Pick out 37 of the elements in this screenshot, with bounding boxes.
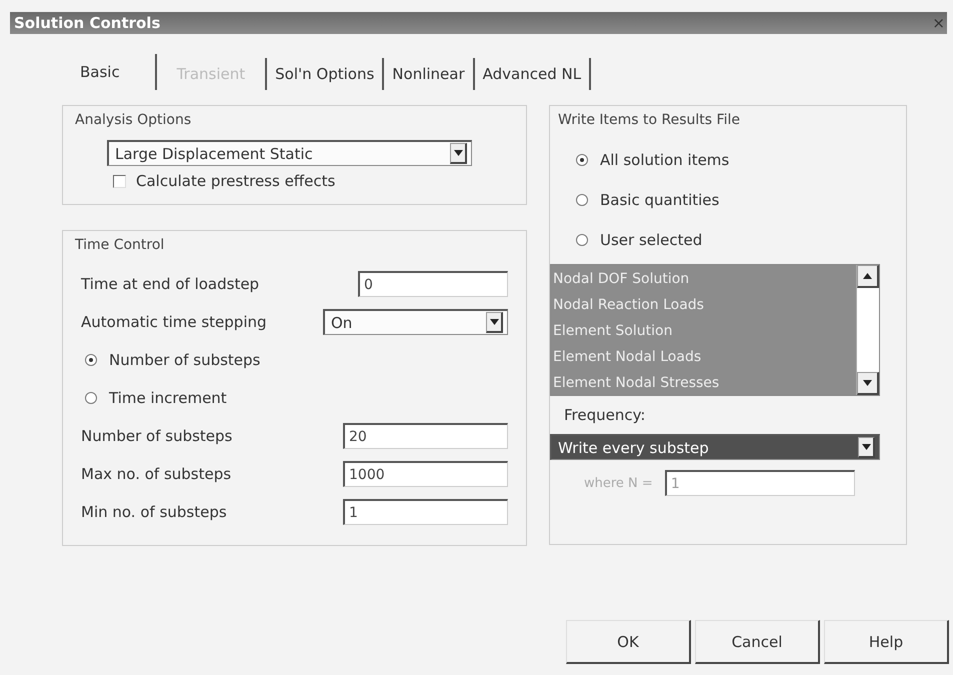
input-field[interactable]: 0: [358, 271, 508, 297]
input-field[interactable]: 1000: [343, 461, 508, 487]
dialog-button[interactable]: Cancel: [695, 620, 820, 664]
scrollbar[interactable]: [856, 265, 879, 395]
window-title: Solution Controls: [14, 14, 160, 32]
field-label: Time at end of loadstep: [81, 275, 260, 293]
tab[interactable]: Advanced NL: [474, 58, 592, 90]
radio-button[interactable]: Basic quantities: [564, 180, 896, 220]
frequency-dropdown[interactable]: Write every substep: [550, 434, 880, 460]
scroll-up-icon: [863, 273, 872, 279]
input-field[interactable]: 20: [343, 423, 508, 449]
time-stepping-dropdown[interactable]: On: [323, 309, 508, 335]
group-title: Write Items to Results File: [558, 112, 741, 128]
dropdown-arrow-icon: [454, 150, 462, 156]
dropdown-arrow-icon: [863, 380, 872, 386]
input-field[interactable]: 1: [343, 499, 508, 525]
tab[interactable]: Nonlinear: [384, 58, 475, 90]
dropdown-arrow-icon: [490, 319, 498, 325]
radio-button[interactable]: Number of substeps: [81, 341, 508, 379]
radio-button[interactable]: Time increment: [81, 379, 508, 417]
tab[interactable]: Basic: [60, 54, 157, 90]
field-label: Number of substeps: [81, 427, 232, 445]
field-label: Automatic time stepping: [81, 313, 267, 331]
group-title: Time Control: [75, 237, 166, 253]
analysis-type-dropdown[interactable]: Large Displacement Static: [107, 140, 472, 166]
frequency-label: Frequency:: [564, 406, 646, 424]
tab[interactable]: Sol'n Options: [267, 58, 384, 90]
group-title: Analysis Options: [75, 112, 192, 128]
dialog-button[interactable]: Help: [824, 620, 949, 664]
field-label: Min no. of substeps: [81, 503, 227, 521]
radio-button[interactable]: All solution items: [564, 140, 896, 180]
dropdown-arrow-icon: [862, 444, 870, 450]
prestress-checkbox[interactable]: Calculate prestress effects: [113, 172, 508, 190]
radio-button[interactable]: User selected: [564, 220, 896, 260]
dialog-button[interactable]: OK: [566, 620, 691, 664]
field-label: Max no. of substeps: [81, 465, 232, 483]
field-label: where N =: [584, 476, 653, 490]
